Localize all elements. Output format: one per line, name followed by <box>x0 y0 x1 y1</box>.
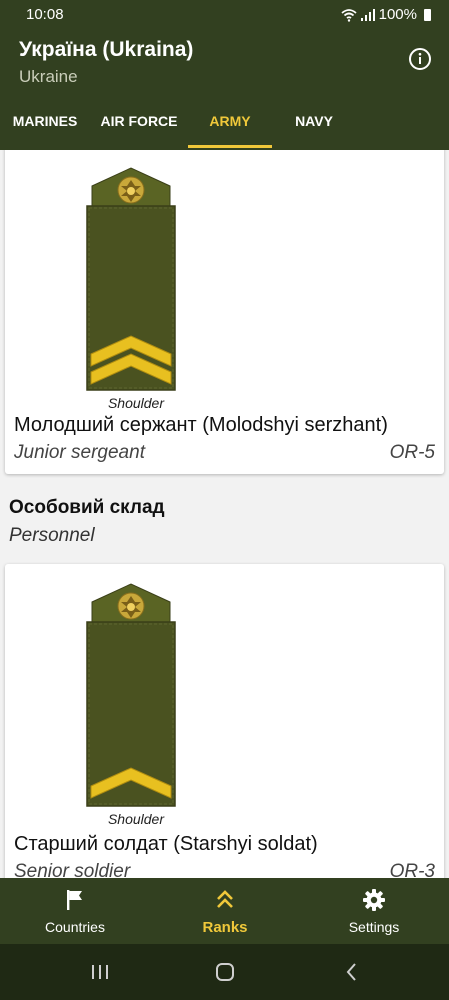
system-navigation-bar <box>0 944 449 1000</box>
nav-label: Ranks <box>202 919 248 936</box>
battery-icon <box>424 8 431 21</box>
rank-english-name: Junior sergeant <box>14 442 145 463</box>
rank-card[interactable]: Shoulder Молодший сержант (Molodshyi ser… <box>5 150 444 474</box>
recents-icon[interactable] <box>88 960 112 984</box>
chevrons-up-icon <box>217 890 233 908</box>
insignia-caption: Shoulder <box>107 395 165 411</box>
wifi-icon <box>341 8 357 22</box>
back-icon[interactable] <box>340 960 364 984</box>
ranks-list[interactable]: Shoulder Молодший сержант (Molodshyi ser… <box>0 150 449 878</box>
flag-icon <box>67 890 82 910</box>
tab-navy[interactable]: NAVY <box>272 102 356 150</box>
home-icon[interactable] <box>213 960 237 984</box>
rank-english-name: Senior soldier <box>14 861 131 878</box>
insignia-caption: Shoulder <box>107 811 165 827</box>
status-icons: 100% <box>341 6 431 23</box>
gear-icon <box>363 889 385 911</box>
nav-countries[interactable]: Countries <box>15 878 135 944</box>
tab-indicator <box>188 145 272 148</box>
tab-air-force[interactable]: AIR FORCE <box>94 102 184 150</box>
page-subtitle: Ukraine <box>19 67 78 86</box>
section-subtitle: Personnel <box>9 525 95 546</box>
signal-icon <box>360 8 375 21</box>
rank-card[interactable]: Shoulder Старший солдат (Starshyi soldat… <box>5 564 444 878</box>
tab-army[interactable]: ARMY <box>188 102 272 150</box>
page-title: Україна (Ukraina) <box>19 38 194 61</box>
status-time: 10:08 <box>26 6 64 23</box>
branch-tabs: MARINES AIR FORCE ARMY NAVY <box>0 102 449 150</box>
nav-ranks[interactable]: Ranks <box>165 878 285 944</box>
nato-code: OR-3 <box>389 861 435 878</box>
section-title: Особовий склад <box>9 497 165 518</box>
tab-marines[interactable]: MARINES <box>0 102 90 150</box>
nav-label: Settings <box>348 919 400 935</box>
status-bar: 10:08 100% <box>0 0 449 30</box>
nato-code: OR-5 <box>389 442 435 463</box>
battery-percent: 100% <box>378 6 417 23</box>
rank-native-name: Старший солдат (Starshyi soldat) <box>14 833 318 855</box>
app-bar: Україна (Ukraina) Ukraine MARINES AIR FO… <box>0 30 449 150</box>
info-icon[interactable] <box>408 47 432 71</box>
nav-settings[interactable]: Settings <box>314 878 434 944</box>
nav-label: Countries <box>45 919 105 935</box>
shoulder-insignia-junior-sergeant <box>86 167 176 391</box>
bottom-navigation: Countries Ranks Settings <box>0 878 449 944</box>
rank-native-name: Молодший сержант (Molodshyi serzhant) <box>14 414 388 436</box>
shoulder-insignia-senior-soldier <box>86 583 176 807</box>
